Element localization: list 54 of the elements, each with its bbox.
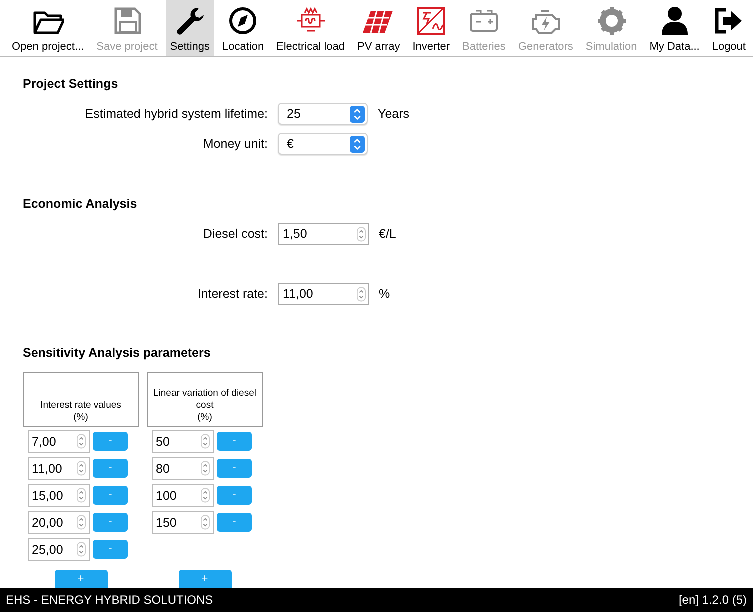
field-label: Diesel cost: [202,227,269,241]
field-label: Estimated hybrid system lifetime: [84,107,269,121]
dropdown[interactable]: € [278,133,368,155]
column-title: Linear variation of diesel cost [152,388,258,412]
number-field[interactable]: 15,00 [28,484,90,507]
compass-icon [227,5,260,37]
section-heading: Project Settings [23,76,120,93]
spinner-icon[interactable] [77,515,86,530]
spinner-icon[interactable] [201,434,210,449]
version-label: [en] 1.2.0 (5) [678,593,747,607]
spinner-icon[interactable] [357,286,366,302]
unit-label: €/L [379,227,396,241]
unit-label: Years [378,107,410,121]
spinner-icon[interactable] [77,434,86,449]
number-field[interactable]: 50 [152,430,214,453]
spinner-icon[interactable] [201,488,210,503]
spinner-icon[interactable] [201,515,210,530]
wrench-icon [174,5,206,37]
number-field[interactable]: 25,00 [28,538,90,561]
spinner-icon[interactable] [77,488,86,503]
section-heading: Sensitivity Analysis parameters [23,345,212,362]
app-name: EHS - ENERGY HYBRID SOLUTIONS [6,593,214,607]
spinner-icon[interactable] [357,226,366,242]
number-field[interactable]: 11,00 [28,457,90,480]
number-field[interactable]: 80 [152,457,214,480]
spinner-icon[interactable] [77,461,86,476]
toolbar-button[interactable]: PV array [353,0,404,56]
toolbar-button[interactable]: Inverter [408,0,454,56]
toolbar-button[interactable]: Location [218,0,268,56]
section-heading: Economic Analysis [23,196,138,213]
unit-label: % [379,287,390,301]
spinner-icon[interactable] [77,542,86,557]
toolbar-button[interactable]: My Data... [646,0,704,56]
toolbar-button[interactable]: Electrical load [272,0,350,56]
field-label: Interest rate: [196,287,269,301]
toolbar-button[interactable]: Logout [708,0,750,56]
number-field[interactable]: 1,50 [278,223,369,245]
column-title: Interest rate values [40,400,122,412]
dropdown[interactable]: 25 [278,103,368,125]
unit-label: (%) [74,412,88,424]
unit-label: (%) [198,412,212,424]
dropdown-arrows-icon[interactable] [350,106,365,122]
number-field[interactable]: 20,00 [28,511,90,534]
number-field[interactable]: 150 [152,511,214,534]
dropdown-arrows-icon[interactable] [350,136,365,152]
number-field[interactable]: 11,00 [278,283,369,305]
inverter-icon [415,5,448,37]
toolbar-button[interactable]: Open project... [8,0,88,56]
number-field[interactable]: 7,00 [28,430,90,453]
toolbar-button[interactable]: Settings [166,0,214,56]
gear-icon [596,5,628,37]
field-label: Money unit: [202,137,269,151]
spinner-icon[interactable] [201,461,210,476]
number-field[interactable]: 100 [152,484,214,507]
